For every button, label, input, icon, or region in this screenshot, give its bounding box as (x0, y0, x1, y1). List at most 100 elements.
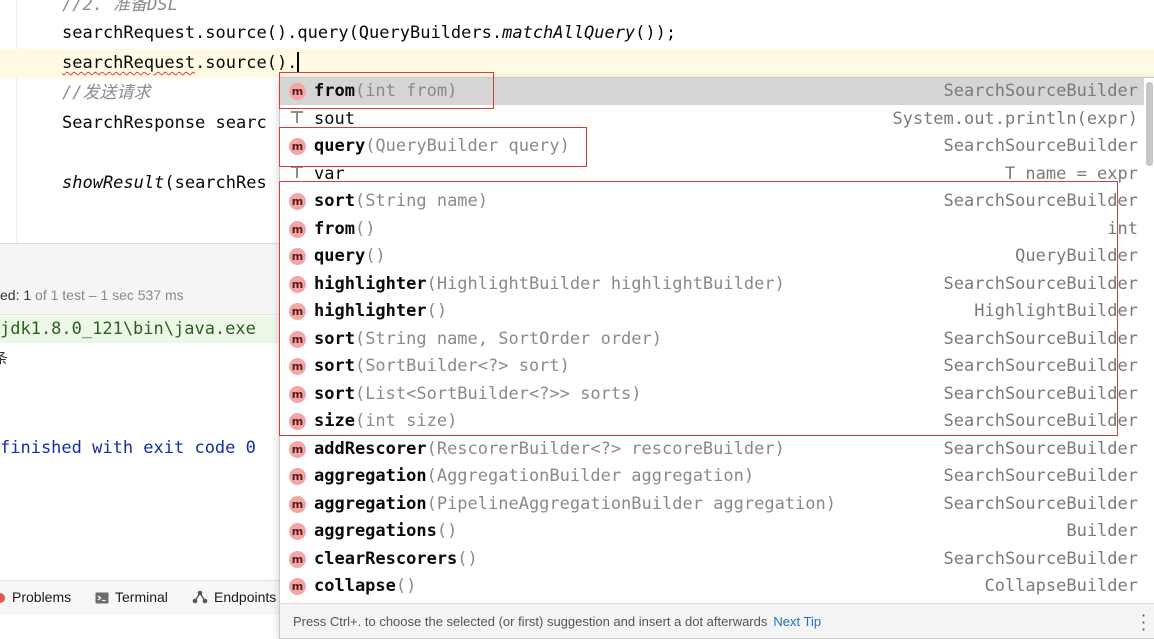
completion-item-type: SearchSourceBuilder (943, 383, 1138, 404)
method-icon: m (289, 440, 306, 458)
completion-item[interactable]: m sort(SortBuilder<?> sort) SearchSourceBu… (280, 353, 1144, 380)
completion-item[interactable]: m addRescorer(RescorerBuilder<?> rescoreB… (280, 436, 1144, 463)
completion-item[interactable]: m aggregation(AggregationBuilder aggregat… (280, 463, 1144, 490)
method-icon: m (289, 220, 306, 238)
code-line-current[interactable]: searchRequest.source(). (62, 52, 299, 74)
completion-item[interactable]: m from(int from) SearchSourceBuilder (280, 78, 1144, 105)
completion-item[interactable]: m aggregations() Builder (280, 518, 1144, 545)
completion-item[interactable]: m sort(List<SortBuilder<?>> sorts) SearchS… (280, 381, 1144, 408)
completion-item-type: SearchSourceBuilder (943, 466, 1138, 486)
completion-item-type: System.out.println(expr) (892, 108, 1138, 129)
code-comment-dsl: //2. 准备DSL (62, 0, 178, 15)
item-identifier: query (314, 246, 366, 266)
completion-item-type: SearchSourceBuilder (943, 493, 1138, 514)
completion-item[interactable]: m aggregation(PipelineAggregationBuilder … (280, 491, 1144, 518)
item-identifier: size (314, 411, 355, 431)
terminal-icon (95, 591, 109, 607)
item-identifier: from (314, 81, 355, 101)
item-identifier: sout (314, 108, 355, 129)
completion-item-name: sort(String name) (314, 190, 488, 212)
completion-item-type: SearchSourceBuilder (943, 81, 1138, 101)
method-icon: m (289, 248, 306, 265)
tab-terminal[interactable]: Terminal (95, 589, 168, 607)
completion-item[interactable]: m clearRescorers() SearchSourceBuilder (280, 546, 1144, 573)
completion-item[interactable]: m highlighter(HighlightBuilder highlightB… (280, 271, 1144, 298)
completion-item-type: SearchSourceBuilder (943, 356, 1138, 376)
completion-item-type: SearchSourceBuilder (943, 273, 1138, 294)
popup-footer: Press Ctrl+. to choose the selected (or … (280, 603, 1154, 638)
completion-item-name: sort(SortBuilder<?> sort) (314, 355, 570, 377)
item-identifier: sort (314, 356, 355, 376)
tool-window-tabs: Problems Terminal Endpoints (0, 580, 280, 615)
code-line-show-result[interactable]: showResult(searchRes (62, 172, 267, 194)
method-icon: m (289, 550, 306, 568)
completion-item[interactable]: m highlighter() HighlightBuilder (280, 298, 1144, 325)
tab-problems[interactable]: Problems (0, 589, 71, 607)
completion-item-type: QueryBuilder (1015, 246, 1138, 266)
item-signature: (HighlightBuilder highlightBuilder) (426, 273, 785, 294)
code-completion-popup[interactable]: m from(int from) SearchSourceBuilder sout Sy… (279, 77, 1154, 639)
method-icon: m (289, 578, 306, 595)
completion-item[interactable]: m from() int (280, 216, 1144, 243)
method-icon: m (289, 413, 306, 430)
completion-item-type: Builder (1066, 521, 1138, 541)
item-identifier: aggregation (314, 493, 427, 514)
code-comment-send: //发送请求 (62, 83, 151, 103)
item-identifier: highlighter (314, 273, 427, 294)
completion-item[interactable]: sout System.out.println(expr) (280, 106, 1144, 133)
completion-item[interactable]: m sort(String name, SortOrder order) Searc… (280, 326, 1144, 353)
method-icon: m (289, 303, 306, 320)
completion-item-name: size(int size) (314, 410, 457, 432)
run-tool-window: ed: 1 of 1 test – 1 sec 537 ms jdk1.8.0_… (0, 243, 280, 638)
completion-item-type: T name = expr (1004, 163, 1138, 184)
item-signature: () (426, 301, 448, 321)
completion-item-name: sort(String name, SortOrder order) (314, 328, 662, 350)
completion-item-name: aggregations() (314, 520, 457, 542)
completion-item[interactable]: m query(QueryBuilder query) SearchSourceBu… (280, 133, 1144, 160)
completion-item-name: aggregation(PipelineAggregationBuilder a… (314, 493, 836, 515)
code-line-response[interactable]: SearchResponse searc (62, 112, 267, 134)
completion-item-type: SearchSourceBuilder (943, 328, 1138, 349)
completion-item[interactable]: m sort(String name) SearchSourceBuilder (280, 188, 1144, 215)
item-identifier: var (314, 163, 345, 184)
item-identifier: aggregations (314, 521, 437, 541)
completion-item-type: SearchSourceBuilder (943, 438, 1138, 459)
endpoints-icon (192, 590, 208, 607)
completion-item[interactable]: m size(int size) SearchSourceBuilder (280, 408, 1144, 435)
item-identifier: collapse (314, 576, 396, 596)
item-signature: (int size) (354, 411, 458, 431)
popup-scrollbar[interactable] (1146, 82, 1153, 166)
completion-item-type: CollapseBuilder (984, 576, 1138, 596)
completion-item[interactable]: m collapse() CollapseBuilder (280, 573, 1144, 600)
method-icon: m (289, 83, 306, 100)
item-identifier: sort (314, 191, 355, 211)
completion-item[interactable]: var T name = expr (280, 161, 1144, 188)
method-icon: m (289, 138, 306, 155)
completion-item-name: sort(List<SortBuilder<?>> sorts) (314, 383, 642, 405)
item-signature: () (354, 218, 376, 239)
item-signature: (int from) (354, 81, 458, 101)
tab-endpoints[interactable]: Endpoints (192, 589, 276, 607)
completion-item-name: query() (314, 245, 386, 267)
completion-item-name: collapse() (314, 575, 416, 597)
code-line-query[interactable]: searchRequest.source().query(QueryBuilde… (62, 22, 676, 44)
completion-item-type: HighlightBuilder (974, 301, 1138, 321)
text-caret (297, 52, 299, 72)
method-icon: m (289, 523, 306, 540)
completion-item-type: SearchSourceBuilder (943, 191, 1138, 211)
item-signature: (String name, SortOrder order) (354, 328, 662, 349)
live-template-icon (290, 109, 304, 125)
item-signature: () (436, 521, 458, 541)
completion-item-name: clearRescorers() (314, 548, 478, 570)
item-identifier: highlighter (314, 301, 427, 321)
item-signature: (QueryBuilder query) (365, 136, 570, 156)
item-signature: (SortBuilder<?> sort) (354, 356, 570, 376)
item-identifier: sort (314, 328, 355, 349)
completion-item-name: highlighter() (314, 300, 447, 322)
completion-item[interactable]: m query() QueryBuilder (280, 243, 1144, 270)
next-tip-link[interactable]: Next Tip (773, 614, 821, 629)
footer-tip: Press Ctrl+. to choose the selected (or … (293, 614, 822, 629)
item-identifier: aggregation (314, 466, 427, 486)
method-icon: m (289, 330, 306, 348)
more-options-icon[interactable]: · · · (1141, 608, 1146, 638)
